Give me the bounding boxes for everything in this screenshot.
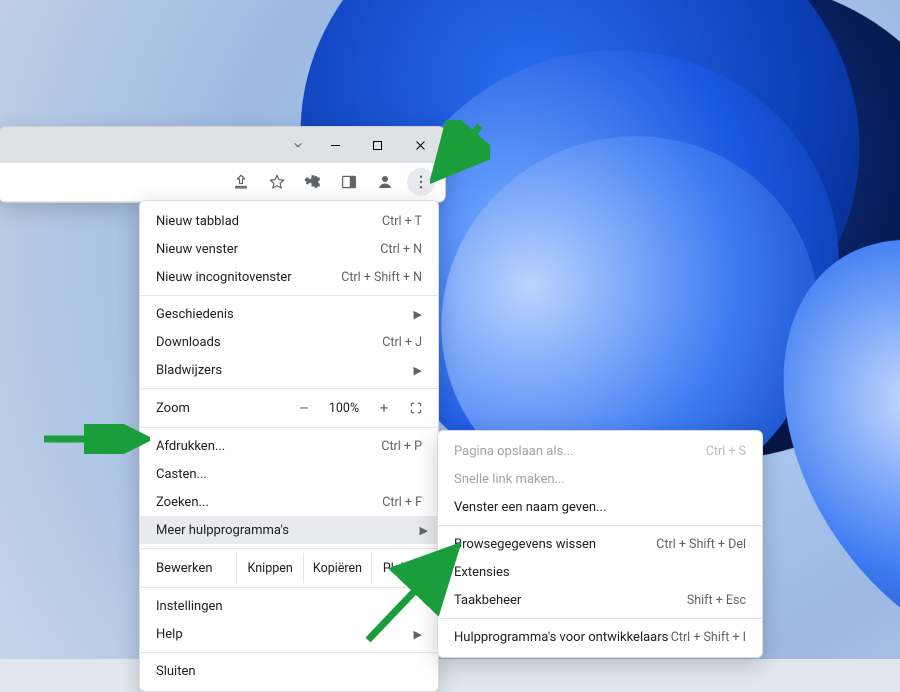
window-close-button[interactable]	[400, 130, 441, 160]
menu-item-shortcut: Ctrl + T	[382, 214, 422, 229]
chevron-right-icon: ▶	[420, 524, 428, 537]
menu-separator	[140, 652, 438, 653]
edit-copy-button[interactable]: Kopiëren	[303, 553, 370, 583]
zoom-in-button[interactable]: +	[372, 396, 396, 420]
menu-separator	[140, 548, 438, 549]
kebab-menu-icon[interactable]	[407, 168, 435, 196]
zoom-percent: 100%	[324, 401, 364, 416]
menu-item-bookmarks[interactable]: Bladwijzers ▶	[140, 356, 438, 384]
menu-row-edit: Bewerken Knippen Kopiëren Plakken	[140, 553, 438, 583]
menu-item-label: Zoeken...	[156, 495, 209, 510]
menu-item-print[interactable]: Afdrukken... Ctrl + P	[140, 432, 438, 460]
chevron-right-icon: ▶	[414, 628, 422, 641]
menu-item-label: Extensies	[454, 565, 510, 580]
menu-item-history[interactable]: Geschiedenis ▶	[140, 300, 438, 328]
window-maximize-button[interactable]	[357, 130, 398, 160]
menu-item-label: Snelle link maken...	[454, 472, 565, 487]
menu-item-shortcut: Ctrl + J	[382, 335, 422, 350]
chrome-more-tools-submenu: Pagina opslaan als... Ctrl + S Snelle li…	[437, 430, 763, 658]
menu-item-label: Browsegegevens wissen	[454, 537, 596, 552]
tab-overflow-chevron-icon[interactable]	[283, 129, 313, 161]
chevron-right-icon: ▶	[414, 364, 422, 377]
menu-item-more-tools[interactable]: Meer hulpprogramma's ▶	[140, 516, 438, 544]
chrome-main-menu: Nieuw tabblad Ctrl + T Nieuw venster Ctr…	[139, 200, 439, 692]
menu-separator	[140, 427, 438, 428]
menu-item-shortcut: Ctrl + P	[381, 439, 422, 454]
menu-item-new-window[interactable]: Nieuw venster Ctrl + N	[140, 235, 438, 263]
edit-label: Bewerken	[156, 561, 236, 576]
menu-item-label: Downloads	[156, 335, 221, 350]
chrome-window	[0, 126, 446, 203]
submenu-item-clear-data[interactable]: Browsegegevens wissen Ctrl + Shift + Del	[438, 530, 762, 558]
menu-item-shortcut: Ctrl + Shift + N	[341, 270, 422, 285]
menu-item-label: Help	[156, 627, 183, 642]
menu-separator	[140, 587, 438, 588]
menu-item-label: Afdrukken...	[156, 439, 225, 454]
zoom-label: Zoom	[156, 401, 284, 416]
submenu-item-dev-tools[interactable]: Hulpprogramma's voor ontwikkelaars Ctrl …	[438, 623, 762, 651]
menu-row-zoom: Zoom – 100% +	[140, 393, 438, 423]
menu-item-label: Casten...	[156, 467, 207, 482]
menu-item-find[interactable]: Zoeken... Ctrl + F	[140, 488, 438, 516]
menu-separator	[140, 388, 438, 389]
menu-item-label: Geschiedenis	[156, 307, 234, 322]
fullscreen-icon[interactable]	[404, 396, 428, 420]
menu-item-shortcut: Shift + Esc	[687, 593, 746, 608]
menu-item-label: Sluiten	[156, 664, 196, 679]
menu-item-shortcut: Ctrl + N	[380, 242, 422, 257]
bookmark-star-icon[interactable]	[263, 168, 291, 196]
submenu-item-extensions[interactable]: Extensies	[438, 558, 762, 586]
menu-item-label: Nieuw tabblad	[156, 214, 239, 229]
submenu-item-create-link[interactable]: Snelle link maken...	[438, 465, 762, 493]
side-panel-icon[interactable]	[335, 168, 363, 196]
menu-item-downloads[interactable]: Downloads Ctrl + J	[140, 328, 438, 356]
menu-separator	[438, 525, 762, 526]
menu-separator	[140, 295, 438, 296]
menu-item-label: Nieuw venster	[156, 242, 238, 257]
edit-paste-button[interactable]: Plakken	[371, 553, 438, 583]
menu-item-shortcut: Ctrl + F	[382, 495, 422, 510]
menu-item-shortcut: Ctrl + Shift + I	[671, 630, 746, 645]
extensions-puzzle-icon[interactable]	[299, 168, 327, 196]
chevron-right-icon: ▶	[414, 308, 422, 321]
menu-item-label: Pagina opslaan als...	[454, 444, 574, 459]
browser-toolbar	[0, 163, 445, 202]
titlebar	[0, 127, 445, 163]
menu-separator	[438, 618, 762, 619]
menu-item-new-incognito[interactable]: Nieuw incognitovenster Ctrl + Shift + N	[140, 263, 438, 291]
menu-item-label: Nieuw incognitovenster	[156, 270, 292, 285]
menu-item-exit[interactable]: Sluiten	[140, 657, 438, 685]
menu-item-new-tab[interactable]: Nieuw tabblad Ctrl + T	[140, 207, 438, 235]
menu-item-shortcut: Ctrl + Shift + Del	[656, 537, 746, 552]
edit-cut-button[interactable]: Knippen	[236, 553, 303, 583]
menu-item-label: Instellingen	[156, 599, 223, 614]
menu-item-settings[interactable]: Instellingen	[140, 592, 438, 620]
menu-item-label: Hulpprogramma's voor ontwikkelaars	[454, 630, 668, 645]
submenu-item-task-manager[interactable]: Taakbeheer Shift + Esc	[438, 586, 762, 614]
zoom-out-button[interactable]: –	[292, 396, 316, 420]
menu-item-label: Taakbeheer	[454, 593, 521, 608]
profile-avatar-icon[interactable]	[371, 168, 399, 196]
window-minimize-button[interactable]	[315, 130, 356, 160]
menu-item-help[interactable]: Help ▶	[140, 620, 438, 648]
menu-item-label: Venster een naam geven...	[454, 500, 606, 515]
share-icon[interactable]	[227, 168, 255, 196]
menu-item-cast[interactable]: Casten...	[140, 460, 438, 488]
menu-item-label: Meer hulpprogramma's	[156, 523, 289, 538]
submenu-item-name-window[interactable]: Venster een naam geven...	[438, 493, 762, 521]
menu-item-shortcut: Ctrl + S	[706, 444, 746, 459]
submenu-item-save-page[interactable]: Pagina opslaan als... Ctrl + S	[438, 437, 762, 465]
menu-item-label: Bladwijzers	[156, 363, 222, 378]
